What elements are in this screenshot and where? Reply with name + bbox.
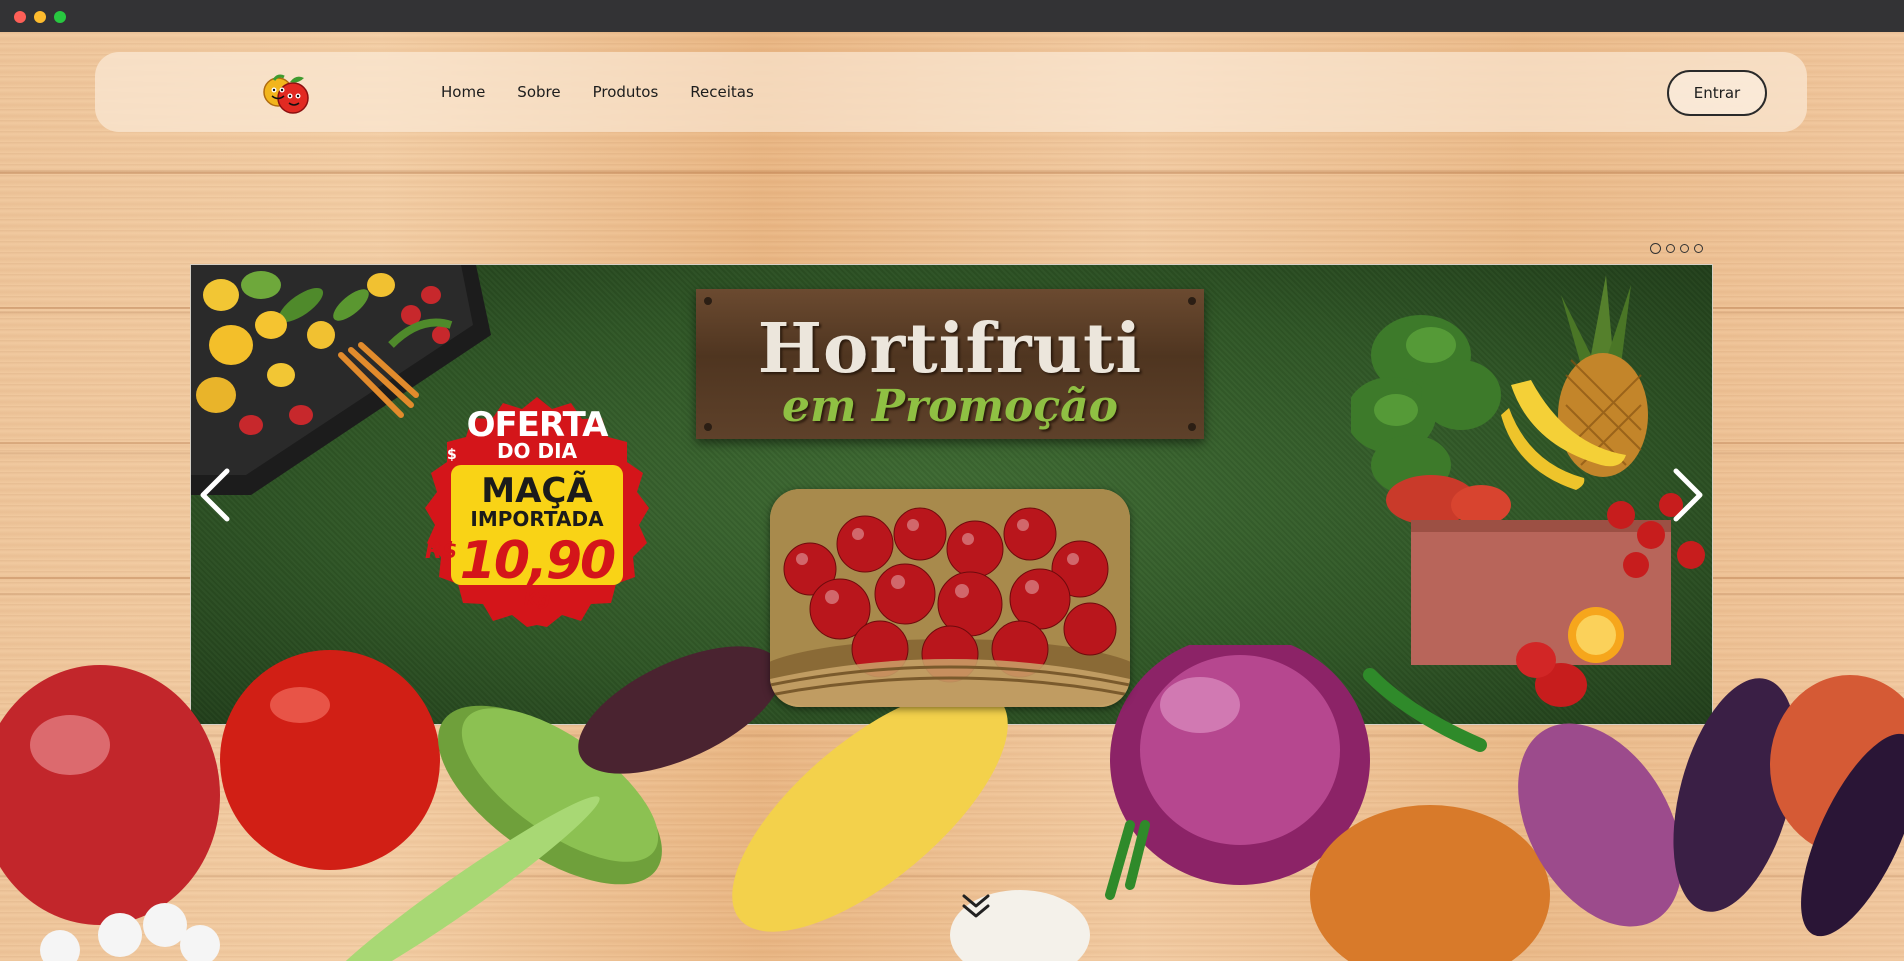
carousel-prev-arrow[interactable]	[195, 465, 235, 525]
chevron-right-icon	[1673, 468, 1703, 522]
apple-basket-image	[770, 489, 1130, 707]
badge-product-name: MAÇÃ	[481, 471, 593, 511]
wood-seam	[0, 172, 1904, 174]
carousel-indicators	[1650, 243, 1703, 254]
badge-day-label: DO DIA	[496, 439, 578, 463]
carousel-indicator-1[interactable]	[1650, 243, 1661, 254]
double-chevron-down-icon	[962, 894, 990, 908]
badge-product-detail: IMPORTADA	[470, 507, 604, 531]
nav-link-sobre[interactable]: Sobre	[517, 83, 560, 101]
badge-price: 10,90	[459, 531, 616, 591]
offer-badge: $ OFERTA DO DIA MAÇÃ IMPORTADA R$ 10,90 …	[421, 395, 653, 627]
promo-sign: Hortifruti em Promoção	[696, 289, 1204, 439]
window-titlebar	[0, 0, 1904, 32]
chevron-left-icon	[200, 468, 230, 522]
scroll-down-button[interactable]	[960, 892, 992, 922]
top-navbar: Home Sobre Produtos Receitas Entrar	[95, 52, 1807, 132]
window-minimize-button[interactable]	[34, 11, 46, 23]
nav-link-home[interactable]: Home	[441, 83, 485, 101]
promo-sign-subtitle: em Promoção	[781, 381, 1119, 432]
fruit-mascot-logo-icon[interactable]	[260, 70, 312, 118]
sign-nail	[704, 297, 712, 305]
login-button[interactable]: Entrar	[1667, 70, 1767, 116]
badge-unit: Kg	[523, 589, 551, 610]
carousel-indicator-3[interactable]	[1680, 244, 1689, 253]
nav-link-produtos[interactable]: Produtos	[593, 83, 659, 101]
promo-sign-title: Hortifruti	[757, 309, 1143, 389]
nav-link-receitas[interactable]: Receitas	[690, 83, 754, 101]
carousel-indicator-4[interactable]	[1694, 244, 1703, 253]
nav-links: Home Sobre Produtos Receitas	[441, 52, 754, 132]
window-close-button[interactable]	[14, 11, 26, 23]
page-viewport: Home Sobre Produtos Receitas Entrar Hort…	[0, 32, 1904, 961]
apples-illustration	[770, 489, 1130, 707]
window-maximize-button[interactable]	[54, 11, 66, 23]
carousel-indicator-2[interactable]	[1666, 244, 1675, 253]
carousel-next-arrow[interactable]	[1668, 465, 1708, 525]
produce-box-image	[1351, 275, 1705, 707]
sign-nail	[1188, 297, 1196, 305]
